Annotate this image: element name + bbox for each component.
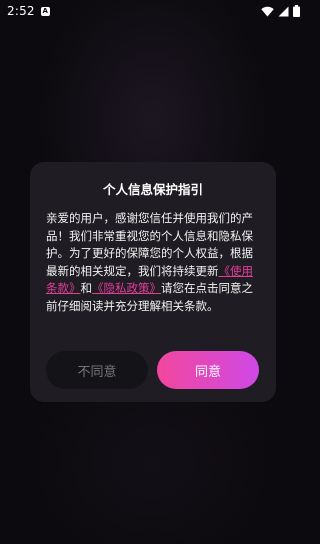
disagree-button[interactable]: 不同意 xyxy=(46,351,148,389)
dialog-body: 亲爱的用户，感谢您信任并使用我们的产品！我们非常重视您的个人信息和隐私保护。为了… xyxy=(46,210,260,315)
agree-button[interactable]: 同意 xyxy=(157,351,259,389)
status-bar: 2:52 A xyxy=(0,0,306,22)
status-time: 2:52 xyxy=(7,4,35,18)
and-text: 和 xyxy=(80,281,93,295)
wifi-icon xyxy=(261,6,274,17)
privacy-dialog: 个人信息保护指引 亲爱的用户，感谢您信任并使用我们的产品！我们非常重视您的个人信… xyxy=(30,162,276,402)
privacy-policy-link[interactable]: 《隐私政策》 xyxy=(92,281,161,295)
signal-icon xyxy=(278,6,289,17)
status-right xyxy=(261,5,300,17)
notification-icon: A xyxy=(40,6,50,16)
status-left: 2:52 A xyxy=(7,4,50,18)
battery-icon xyxy=(293,5,300,17)
dialog-title: 个人信息保护指引 xyxy=(102,182,203,197)
